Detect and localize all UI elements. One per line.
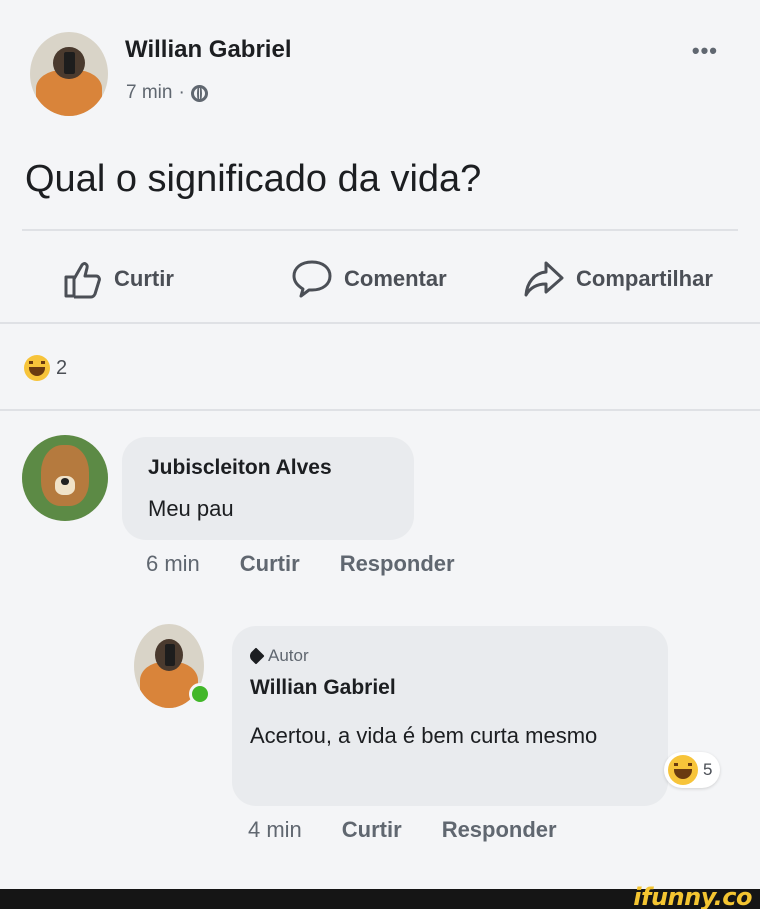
reply-bubble: Autor Willian Gabriel Acertou, a vida é … xyxy=(232,626,668,806)
more-options-icon[interactable]: ••• xyxy=(692,38,718,64)
author-badge-label: Autor xyxy=(268,646,309,665)
reply-text: Acertou, a vida é bem curta mesmo xyxy=(250,723,598,748)
comment-button[interactable]: Comentar xyxy=(290,258,447,300)
post-header: Willian Gabriel 7 min · ••• xyxy=(30,30,740,120)
post-action-bar: Curtir Comentar Compartilhar xyxy=(0,240,760,320)
reply-reaction-count: 5 xyxy=(703,760,713,779)
like-button[interactable]: Curtir xyxy=(62,258,174,300)
watermark-bar: ifunny.co xyxy=(0,883,760,909)
author-badge: Autor xyxy=(247,646,309,666)
online-status-indicator xyxy=(189,683,211,705)
comment-text: Meu pau xyxy=(148,496,234,521)
comment-actions: 6 min Curtir Responder xyxy=(146,551,495,577)
comment-label: Comentar xyxy=(344,266,447,291)
post-meta: 7 min · xyxy=(126,82,208,104)
reply-reactions[interactable]: 5 xyxy=(664,752,721,788)
reply-reply-link[interactable]: Responder xyxy=(442,817,557,843)
globe-icon xyxy=(190,84,208,102)
share-label: Compartilhar xyxy=(576,266,713,291)
comment-reply-link[interactable]: Responder xyxy=(340,551,455,577)
reply-like-link[interactable]: Curtir xyxy=(342,817,402,843)
commenter-avatar[interactable] xyxy=(22,435,108,521)
post-time[interactable]: 7 min xyxy=(126,82,172,104)
like-label: Curtir xyxy=(114,266,174,291)
divider xyxy=(0,322,760,324)
pencil-icon xyxy=(247,647,265,665)
reply-actions: 4 min Curtir Responder xyxy=(248,817,597,843)
comment-icon xyxy=(292,260,332,298)
reply-author[interactable]: Willian Gabriel xyxy=(250,676,396,700)
share-icon xyxy=(524,261,564,297)
comment-like-link[interactable]: Curtir xyxy=(240,551,300,577)
meta-separator: · xyxy=(178,82,185,103)
divider xyxy=(0,409,760,411)
thumbs-up-icon xyxy=(64,262,101,299)
post-author-name[interactable]: Willian Gabriel xyxy=(125,36,292,64)
divider xyxy=(22,229,738,231)
post-text: Qual o significado da vida? xyxy=(25,158,482,200)
share-button[interactable]: Compartilhar xyxy=(522,258,713,300)
haha-reaction-icon xyxy=(668,755,698,785)
comment-bubble: Jubiscleiton Alves Meu pau xyxy=(122,437,414,540)
reaction-count: 2 xyxy=(56,356,68,379)
comment-author[interactable]: Jubiscleiton Alves xyxy=(148,456,332,480)
reply-time: 4 min xyxy=(248,817,302,842)
author-avatar[interactable] xyxy=(30,32,108,116)
haha-reaction-icon xyxy=(24,355,50,381)
comment-time: 6 min xyxy=(146,551,200,576)
ifunny-watermark: ifunny.co xyxy=(633,883,752,909)
reactions-summary[interactable]: 2 xyxy=(24,355,67,381)
